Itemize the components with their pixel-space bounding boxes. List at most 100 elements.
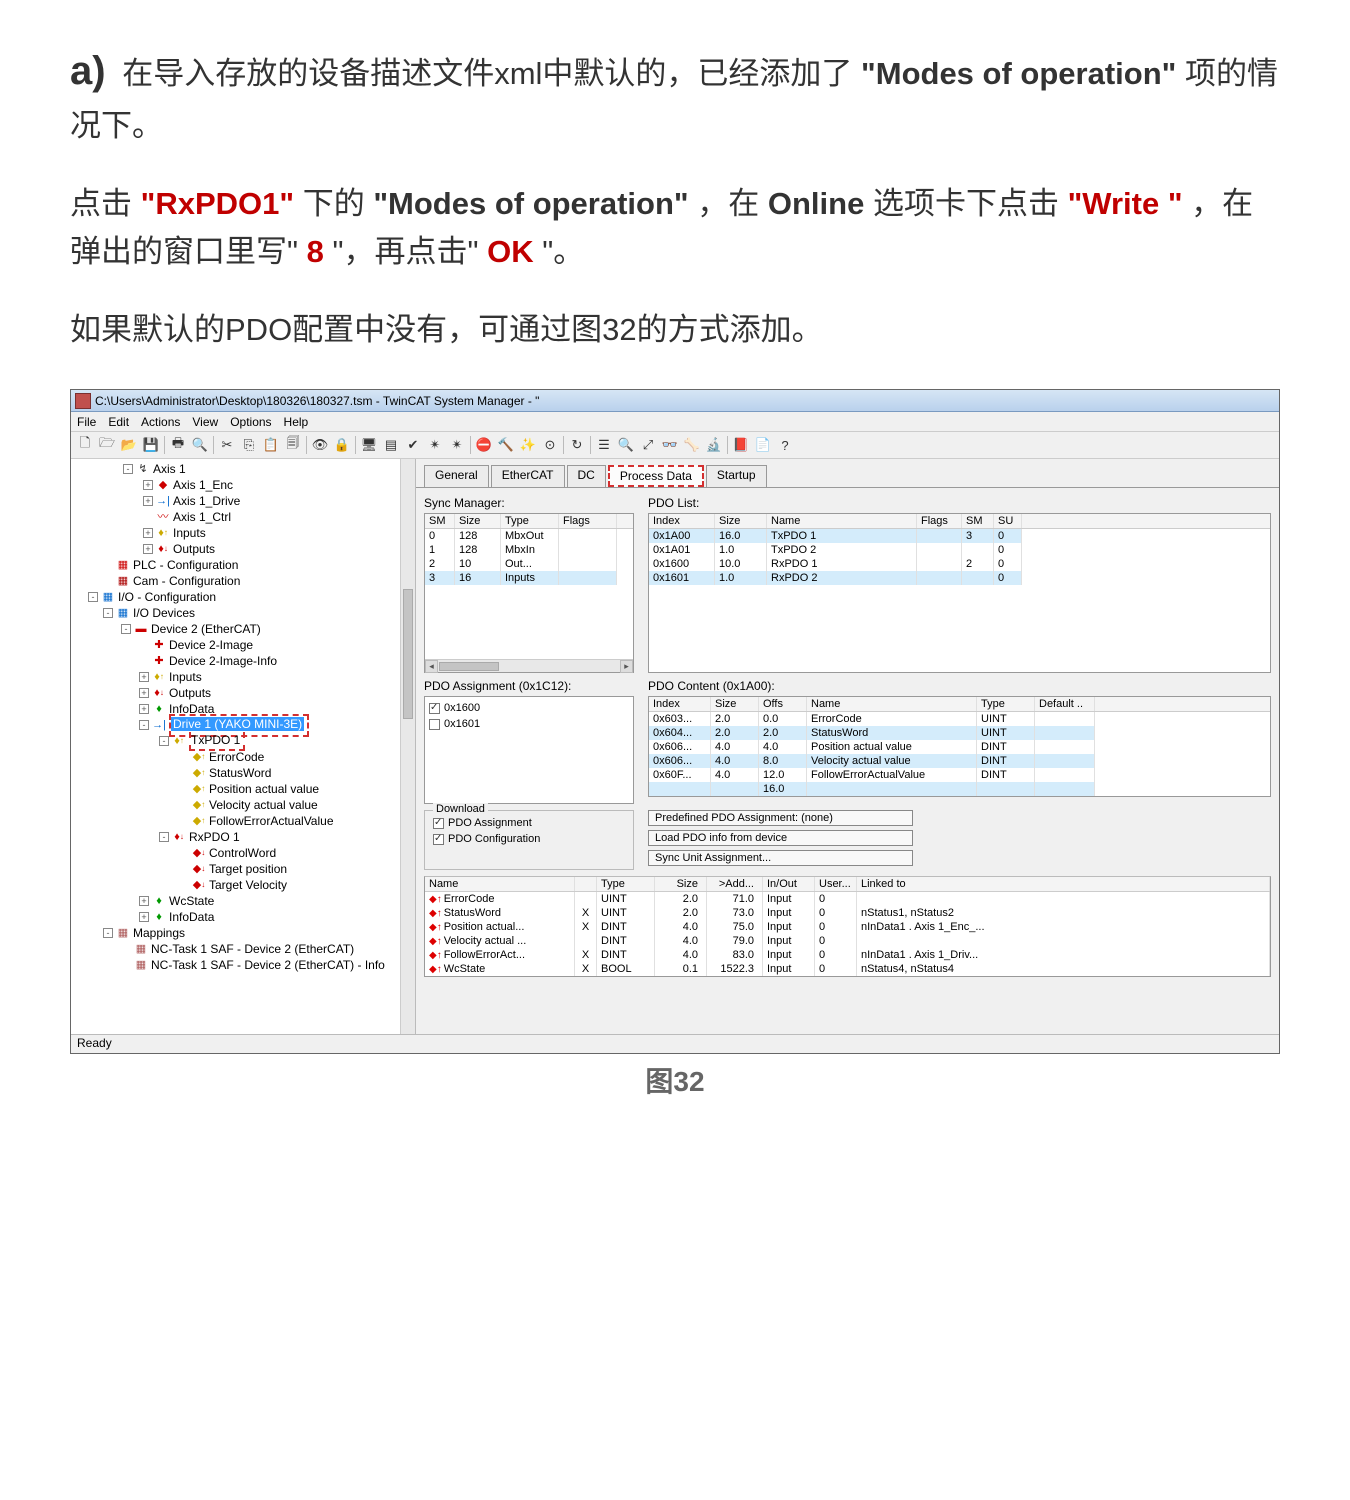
- copy-icon[interactable]: ⎘: [239, 435, 259, 455]
- table-row[interactable]: 210Out...: [425, 557, 633, 571]
- tree-toggle-icon[interactable]: +: [139, 912, 149, 922]
- tree-item[interactable]: -♦↑TxPDO 1: [73, 733, 415, 749]
- column-header[interactable]: Linked to: [857, 877, 1270, 891]
- table-row[interactable]: 0x1A0016.0TxPDO 130: [649, 529, 1270, 543]
- column-header[interactable]: >Add...: [707, 877, 763, 891]
- tree-item[interactable]: ◆↓Target Velocity: [73, 877, 415, 893]
- tree-toggle-icon[interactable]: +: [143, 480, 153, 490]
- tree-toggle-icon[interactable]: +: [143, 544, 153, 554]
- search-icon[interactable]: 🔍: [616, 435, 636, 455]
- tree-toggle-icon[interactable]: -: [103, 928, 113, 938]
- tree-toggle-icon[interactable]: +: [139, 896, 149, 906]
- column-header[interactable]: Name: [425, 877, 575, 891]
- table-row[interactable]: ◆↑Position actual...XDINT4.075.0Input0nI…: [425, 920, 1270, 934]
- column-header[interactable]: Size: [711, 697, 759, 711]
- open2-icon[interactable]: 📂: [119, 435, 139, 455]
- column-header[interactable]: Flags: [917, 514, 962, 528]
- paste2-icon[interactable]: 🗐: [283, 435, 303, 455]
- build-icon[interactable]: 🔨: [496, 435, 516, 455]
- refresh-icon[interactable]: ↻: [567, 435, 587, 455]
- menu-file[interactable]: File: [77, 415, 96, 429]
- tree-item[interactable]: ◆↑ErrorCode: [73, 749, 415, 765]
- tree-item[interactable]: ◆↓Target position: [73, 861, 415, 877]
- tree-item[interactable]: ◆↑FollowErrorActualValue: [73, 813, 415, 829]
- tree-item[interactable]: ✚Device 2-Image-Info: [73, 653, 415, 669]
- column-header[interactable]: Flags: [559, 514, 617, 528]
- preview-icon[interactable]: 🔍: [190, 435, 210, 455]
- column-header[interactable]: In/Out: [763, 877, 815, 891]
- stop-icon[interactable]: ⛔: [474, 435, 494, 455]
- tab-dc[interactable]: DC: [567, 465, 606, 487]
- tree-item[interactable]: +♦InfoData: [73, 909, 415, 925]
- run-icon[interactable]: ✨: [518, 435, 538, 455]
- tree-toggle-icon[interactable]: +: [143, 496, 153, 506]
- table-row[interactable]: 0x60F...4.012.0FollowErrorActualValueDIN…: [649, 768, 1270, 782]
- scroll-left-icon[interactable]: ◂: [425, 660, 438, 673]
- tree-toggle-icon[interactable]: -: [159, 832, 169, 842]
- expand-icon[interactable]: ⤢: [638, 435, 658, 455]
- new-icon[interactable]: 🗋: [75, 435, 95, 455]
- tree-item[interactable]: 〰Axis 1_Ctrl: [73, 509, 415, 525]
- column-header[interactable]: Size: [715, 514, 767, 528]
- load-pdo-button[interactable]: Load PDO info from device: [648, 830, 913, 846]
- tree-item[interactable]: +♦WcState: [73, 893, 415, 909]
- find-icon[interactable]: 👁: [310, 435, 330, 455]
- tree-toggle-icon[interactable]: +: [139, 688, 149, 698]
- table-row[interactable]: 0x606...4.08.0Velocity actual valueDINT: [649, 754, 1270, 768]
- column-header[interactable]: User...: [815, 877, 857, 891]
- print-icon[interactable]: 🖶: [168, 435, 188, 455]
- tree-toggle-icon[interactable]: -: [103, 608, 113, 618]
- table-row[interactable]: 0x606...4.04.0Position actual valueDINT: [649, 740, 1270, 754]
- paste-icon[interactable]: 📋: [261, 435, 281, 455]
- tree-item[interactable]: -▦Mappings: [73, 925, 415, 941]
- pdo-list-grid[interactable]: IndexSizeNameFlagsSMSU0x1A0016.0TxPDO 13…: [648, 513, 1271, 673]
- column-header[interactable]: SU: [994, 514, 1022, 528]
- help-icon[interactable]: ?: [775, 435, 795, 455]
- pdo-assignment-item[interactable]: 0x1601: [429, 716, 629, 732]
- menu-actions[interactable]: Actions: [141, 415, 180, 429]
- scroll-thumb[interactable]: [439, 662, 499, 671]
- tab-ethercat[interactable]: EtherCAT: [491, 465, 565, 487]
- column-header[interactable]: Type: [977, 697, 1035, 711]
- table-row[interactable]: ◆↑ErrorCodeUINT2.071.0Input0: [425, 892, 1270, 906]
- sm-hscroll[interactable]: ◂ ▸: [425, 659, 633, 672]
- sync-manager-grid[interactable]: SMSizeTypeFlags 0128MbxOut1128MbxIn210Ou…: [424, 513, 634, 673]
- tree-item[interactable]: ◆↓ControlWord: [73, 845, 415, 861]
- tab-startup[interactable]: Startup: [706, 465, 767, 487]
- tree-toggle-icon[interactable]: -: [123, 464, 133, 474]
- page-icon[interactable]: 📄: [753, 435, 773, 455]
- tree-item[interactable]: ◆↑Velocity actual value: [73, 797, 415, 813]
- menu-view[interactable]: View: [192, 415, 218, 429]
- variable-grid[interactable]: Name TypeSize>Add...In/OutUser...Linked t…: [424, 876, 1271, 977]
- device-icon[interactable]: 🖥: [359, 435, 379, 455]
- pdo-assignment-item[interactable]: 0x1600: [429, 700, 629, 716]
- tree[interactable]: -↯Axis 1+◆Axis 1_Enc+→|Axis 1_Drive〰Axis…: [71, 461, 415, 973]
- open-icon[interactable]: 🗁: [97, 435, 117, 455]
- tree-item[interactable]: +♦↑Inputs: [73, 669, 415, 685]
- cut-icon[interactable]: ✂: [217, 435, 237, 455]
- table-row[interactable]: 0x160010.0RxPDO 120: [649, 557, 1270, 571]
- save-icon[interactable]: 💾: [141, 435, 161, 455]
- download-option[interactable]: PDO Configuration: [433, 831, 625, 847]
- column-header[interactable]: Size: [655, 877, 707, 891]
- column-header[interactable]: Name: [767, 514, 917, 528]
- book-icon[interactable]: 📕: [731, 435, 751, 455]
- column-header[interactable]: Default ..: [1035, 697, 1095, 711]
- card-icon[interactable]: ▤: [381, 435, 401, 455]
- column-header[interactable]: Offs: [759, 697, 807, 711]
- column-header[interactable]: SM: [962, 514, 994, 528]
- column-header[interactable]: Size: [455, 514, 501, 528]
- table-row[interactable]: 0x16011.0RxPDO 20: [649, 571, 1270, 585]
- column-header[interactable]: Type: [597, 877, 655, 891]
- lock-icon[interactable]: 🔒: [332, 435, 352, 455]
- tree-toggle-icon[interactable]: -: [88, 592, 98, 602]
- tree-item[interactable]: ◆↑StatusWord: [73, 765, 415, 781]
- tree-item[interactable]: -♦↓RxPDO 1: [73, 829, 415, 845]
- tree-item[interactable]: +♦↓Outputs: [73, 541, 415, 557]
- tab-process-data[interactable]: Process Data: [608, 465, 704, 487]
- table-row[interactable]: ◆↑StatusWordXUINT2.073.0Input0nStatus1, …: [425, 906, 1270, 920]
- tree-item[interactable]: ▦Cam - Configuration: [73, 573, 415, 589]
- column-header[interactable]: Index: [649, 514, 715, 528]
- checkbox-icon[interactable]: [433, 818, 444, 829]
- checkbox-icon[interactable]: [429, 719, 440, 730]
